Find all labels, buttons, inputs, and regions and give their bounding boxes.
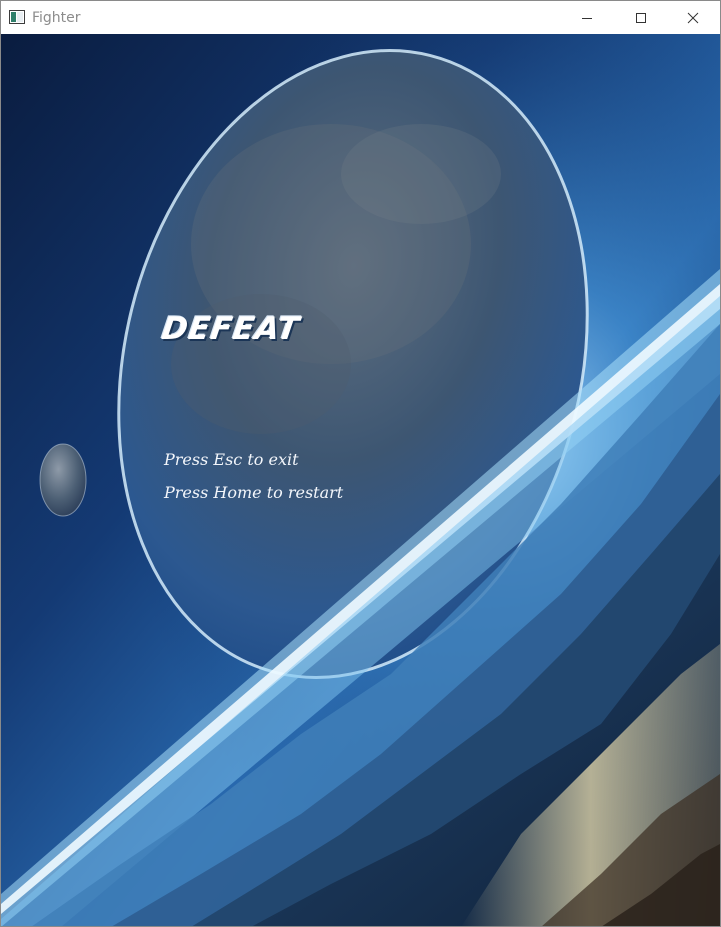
title-bar[interactable]: Fighter <box>1 1 720 34</box>
restart-instruction: Press Home to restart <box>164 483 344 502</box>
app-icon <box>9 10 25 24</box>
game-viewport[interactable]: DEFEAT Press Esc to exit Press Home to r… <box>1 34 720 926</box>
minimize-button[interactable] <box>564 1 610 34</box>
defeat-title: DEFEAT <box>159 311 302 347</box>
maximize-icon <box>636 12 646 23</box>
close-icon <box>687 12 699 23</box>
game-window: Fighter DEFEAT Press Esc to exit Press H… <box>0 0 721 927</box>
window-title: Fighter <box>32 10 81 26</box>
space-background <box>1 34 720 926</box>
close-button[interactable] <box>670 1 716 34</box>
exit-instruction: Press Esc to exit <box>164 450 299 469</box>
moon <box>39 443 87 517</box>
minimize-icon <box>582 17 592 19</box>
maximize-button[interactable] <box>618 1 664 34</box>
